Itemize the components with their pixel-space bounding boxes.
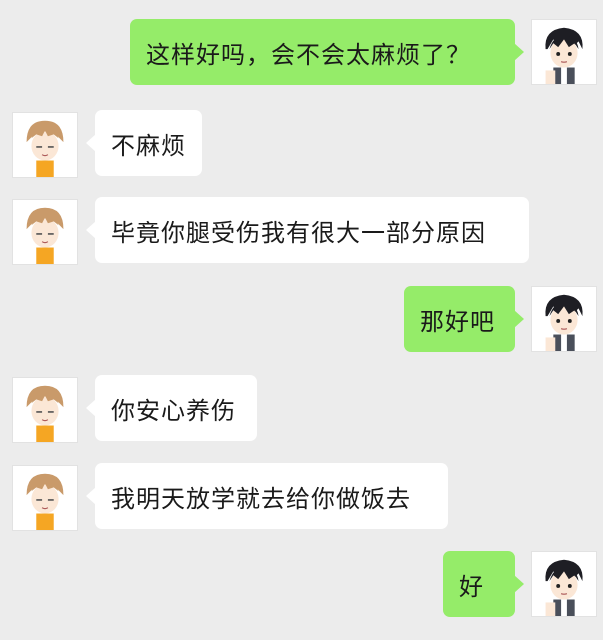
message-bubble-incoming[interactable]: 毕竟你腿受伤我有很大一部分原因 bbox=[86, 197, 529, 263]
message-text: 我明天放学就去给你做饭去 bbox=[111, 484, 411, 513]
message-text: 那好吧 bbox=[420, 307, 495, 336]
message-row: 好 bbox=[0, 551, 603, 619]
brown-hair-boy-avatar-icon[interactable] bbox=[12, 377, 78, 443]
dark-hair-boy-avatar-icon[interactable] bbox=[531, 19, 597, 85]
message-row: 那好吧 bbox=[0, 286, 603, 354]
message-bubble-outgoing[interactable]: 好 bbox=[443, 551, 524, 617]
message-bubble-incoming[interactable]: 不麻烦 bbox=[86, 110, 202, 176]
message-bubble-incoming[interactable]: 你安心养伤 bbox=[86, 375, 257, 441]
brown-hair-boy-avatar-icon[interactable] bbox=[12, 465, 78, 531]
dark-hair-boy-avatar-icon[interactable] bbox=[531, 551, 597, 617]
message-text: 好 bbox=[459, 572, 484, 601]
message-bubble-incoming[interactable]: 我明天放学就去给你做饭去 bbox=[86, 463, 448, 529]
brown-hair-boy-avatar-icon[interactable] bbox=[12, 112, 78, 178]
message-row: 这样好吗，会不会太麻烦了？ bbox=[0, 19, 603, 87]
message-row: 你安心养伤 bbox=[0, 375, 603, 443]
message-text: 这样好吗，会不会太麻烦了？ bbox=[146, 40, 471, 69]
message-row: 不麻烦 bbox=[0, 110, 603, 178]
message-text: 你安心养伤 bbox=[111, 396, 236, 425]
brown-hair-boy-avatar-icon[interactable] bbox=[12, 199, 78, 265]
message-text: 毕竟你腿受伤我有很大一部分原因 bbox=[111, 218, 486, 247]
message-row: 我明天放学就去给你做饭去 bbox=[0, 463, 603, 531]
message-bubble-outgoing[interactable]: 那好吧 bbox=[404, 286, 524, 352]
message-bubble-outgoing[interactable]: 这样好吗，会不会太麻烦了？ bbox=[130, 19, 524, 85]
message-row: 毕竟你腿受伤我有很大一部分原因 bbox=[0, 197, 603, 265]
dark-hair-boy-avatar-icon[interactable] bbox=[531, 286, 597, 352]
message-text: 不麻烦 bbox=[111, 131, 186, 160]
